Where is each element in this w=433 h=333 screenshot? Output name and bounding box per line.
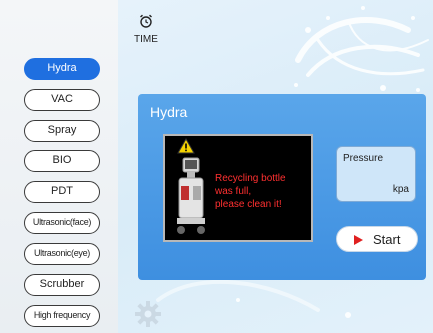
hydra-panel: Hydra Recycling bottle was full, please …: [138, 94, 426, 280]
alert-line-2: was full,: [215, 186, 252, 197]
sidebar-item-ultrasonic-face[interactable]: Ultrasonic(face): [24, 212, 100, 234]
sidebar-item-pdt[interactable]: PDT: [24, 181, 100, 203]
sidebar-item-high-frequency[interactable]: High frequency: [24, 305, 100, 327]
time-label: TIME: [134, 34, 158, 45]
sidebar-item-bio[interactable]: BIO: [24, 150, 100, 172]
time-button[interactable]: TIME: [126, 14, 166, 45]
pressure-unit: kpa: [392, 184, 409, 195]
alert-message: Recycling bottle was full, please clean …: [215, 172, 311, 211]
sidebar-item-hydra[interactable]: Hydra: [24, 58, 100, 80]
sidebar-item-scrubber[interactable]: Scrubber: [24, 274, 100, 296]
device-image: [177, 157, 205, 234]
sidebar: Hydra VAC Spray BIO PDT Ultrasonic(face)…: [0, 0, 118, 333]
sidebar-item-spray[interactable]: Spray: [24, 120, 100, 142]
alarm-clock-icon: [140, 14, 152, 28]
main-area: TIME Hydra Recycling bottle was full, pl…: [118, 0, 433, 333]
play-icon: [354, 235, 363, 245]
alert-line-1: Recycling bottle: [215, 173, 286, 184]
panel-title: Hydra: [150, 104, 188, 120]
sidebar-item-ultrasonic-eye[interactable]: Ultrasonic(eye): [24, 243, 100, 265]
start-label: Start: [373, 232, 401, 247]
warning-icon: [177, 138, 195, 154]
alert-box: Recycling bottle was full, please clean …: [163, 134, 313, 242]
gear-icon[interactable]: [134, 300, 162, 328]
start-button[interactable]: Start: [336, 226, 418, 252]
sidebar-item-vac[interactable]: VAC: [24, 89, 100, 111]
alert-line-3: please clean it!: [215, 199, 282, 210]
pressure-display: Pressure kpa: [336, 146, 416, 202]
pressure-label: Pressure: [343, 153, 384, 164]
